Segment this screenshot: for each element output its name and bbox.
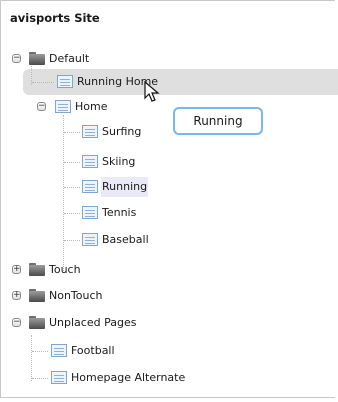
tree-node-baseball[interactable]: Baseball bbox=[1, 230, 336, 250]
page-icon bbox=[82, 180, 98, 193]
tree-node-touch[interactable]: + Touch bbox=[1, 260, 336, 280]
tree-node-label: Baseball bbox=[102, 233, 149, 246]
tree-node-label: Default bbox=[49, 52, 90, 65]
tree-node-label: Home bbox=[75, 100, 108, 113]
mouse-cursor-icon bbox=[144, 81, 160, 102]
page-icon bbox=[82, 155, 98, 168]
tree-node-label: Tennis bbox=[102, 206, 137, 219]
collapse-toggle[interactable]: − bbox=[37, 102, 46, 111]
page-icon bbox=[55, 100, 71, 113]
page-icon bbox=[57, 75, 73, 88]
tree-node-default[interactable]: − Default bbox=[1, 49, 336, 69]
page-icon bbox=[82, 233, 98, 246]
tree-node-label: Skiing bbox=[102, 155, 136, 168]
tree-node-label: Surfing bbox=[102, 125, 142, 138]
site-tree-panel: avisports Site − Default Running Home − … bbox=[0, 0, 338, 398]
folder-icon bbox=[29, 263, 45, 276]
tree-node-running-home[interactable]: Running Home bbox=[1, 72, 336, 92]
tree-node-label: Running bbox=[101, 177, 149, 197]
tree-node-football[interactable]: Football bbox=[1, 341, 336, 361]
expand-toggle[interactable]: + bbox=[12, 265, 21, 274]
tree-node-unplaced-pages[interactable]: − Unplaced Pages bbox=[1, 313, 336, 333]
folder-icon bbox=[29, 316, 45, 329]
tree-node-surfing[interactable]: Surfing bbox=[1, 122, 336, 142]
folder-icon bbox=[29, 289, 45, 302]
folder-icon bbox=[29, 52, 45, 65]
tree-node-label: Football bbox=[71, 344, 115, 357]
tree-node-label: Touch bbox=[49, 263, 81, 276]
page-icon bbox=[51, 344, 67, 357]
drag-preview-tooltip: Running bbox=[173, 107, 263, 135]
tree-node-homepage-alternate[interactable]: Homepage Alternate bbox=[1, 368, 336, 388]
page-icon bbox=[82, 206, 98, 219]
tree-node-label: NonTouch bbox=[49, 289, 103, 302]
collapse-toggle[interactable]: − bbox=[12, 318, 21, 327]
tree-node-home[interactable]: − Home bbox=[1, 97, 336, 117]
page-icon bbox=[51, 371, 67, 384]
expand-toggle[interactable]: + bbox=[12, 291, 21, 300]
tree-node-skiing[interactable]: Skiing bbox=[1, 152, 336, 172]
tree-node-tennis[interactable]: Tennis bbox=[1, 203, 336, 223]
collapse-toggle[interactable]: − bbox=[12, 54, 21, 63]
tree-node-label: Homepage Alternate bbox=[71, 371, 186, 384]
page-icon bbox=[82, 125, 98, 138]
site-title: avisports Site bbox=[10, 11, 100, 25]
tree-node-running[interactable]: Running bbox=[1, 177, 336, 197]
tree-node-label: Unplaced Pages bbox=[49, 316, 137, 329]
tree-node-nontouch[interactable]: + NonTouch bbox=[1, 286, 336, 306]
